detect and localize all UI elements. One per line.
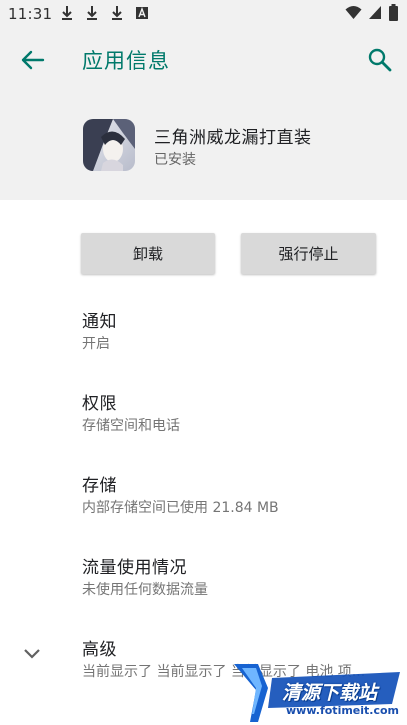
status-bar: 11:31 [0,0,407,27]
download-icon [110,5,124,25]
pref-summary: 内部存储空间已使用 21.84 MB [82,500,279,516]
uninstall-button[interactable]: 卸载 [81,233,215,274]
battery-icon [389,4,398,25]
page-title: 应用信息 [82,49,170,73]
chevron-down-icon[interactable] [22,646,42,662]
status-time: 11:31 [8,5,53,23]
pref-notifications[interactable]: 通知 开启 [0,307,407,381]
watermark-url: www.fotimeit.com [286,704,400,717]
pref-title: 高级 [82,640,117,660]
pref-permissions[interactable]: 权限 存储空间和电话 [0,389,407,463]
app-header-area [0,27,407,200]
pref-data-usage[interactable]: 流量使用情况 未使用任何数据流量 [0,553,407,627]
force-stop-button[interactable]: 强行停止 [241,233,376,274]
wifi-icon [345,5,362,24]
app-icon [83,119,135,171]
download-icon [60,5,74,25]
watermark-text: 清源下载站 [282,682,378,704]
arrow-back-icon [16,50,50,80]
pref-summary: 开启 [82,336,110,352]
download-icon [85,5,99,25]
a-letter-icon [135,5,149,25]
back-button[interactable] [16,46,50,76]
pref-title: 权限 [82,394,117,414]
search-icon [366,48,394,78]
pref-storage[interactable]: 存储 内部存储空间已使用 21.84 MB [0,471,407,545]
cellular-signal-icon [368,5,382,24]
pref-summary: 存储空间和电话 [82,418,180,434]
watermark: 清源下载站 www.fotimeit.com [228,660,407,725]
pref-summary: 未使用任何数据流量 [82,582,208,598]
app-name: 三角洲威龙漏打直装 [154,128,312,148]
pref-title: 存储 [82,476,117,496]
search-button[interactable] [366,46,394,74]
pref-title: 流量使用情况 [82,558,187,578]
pref-title: 通知 [82,312,117,332]
app-install-status: 已安装 [154,152,196,168]
screen: 11:31 应用信息 三角洲威龙漏打直装 已安装 卸载 强行停止 通知 开启 权… [0,0,407,725]
